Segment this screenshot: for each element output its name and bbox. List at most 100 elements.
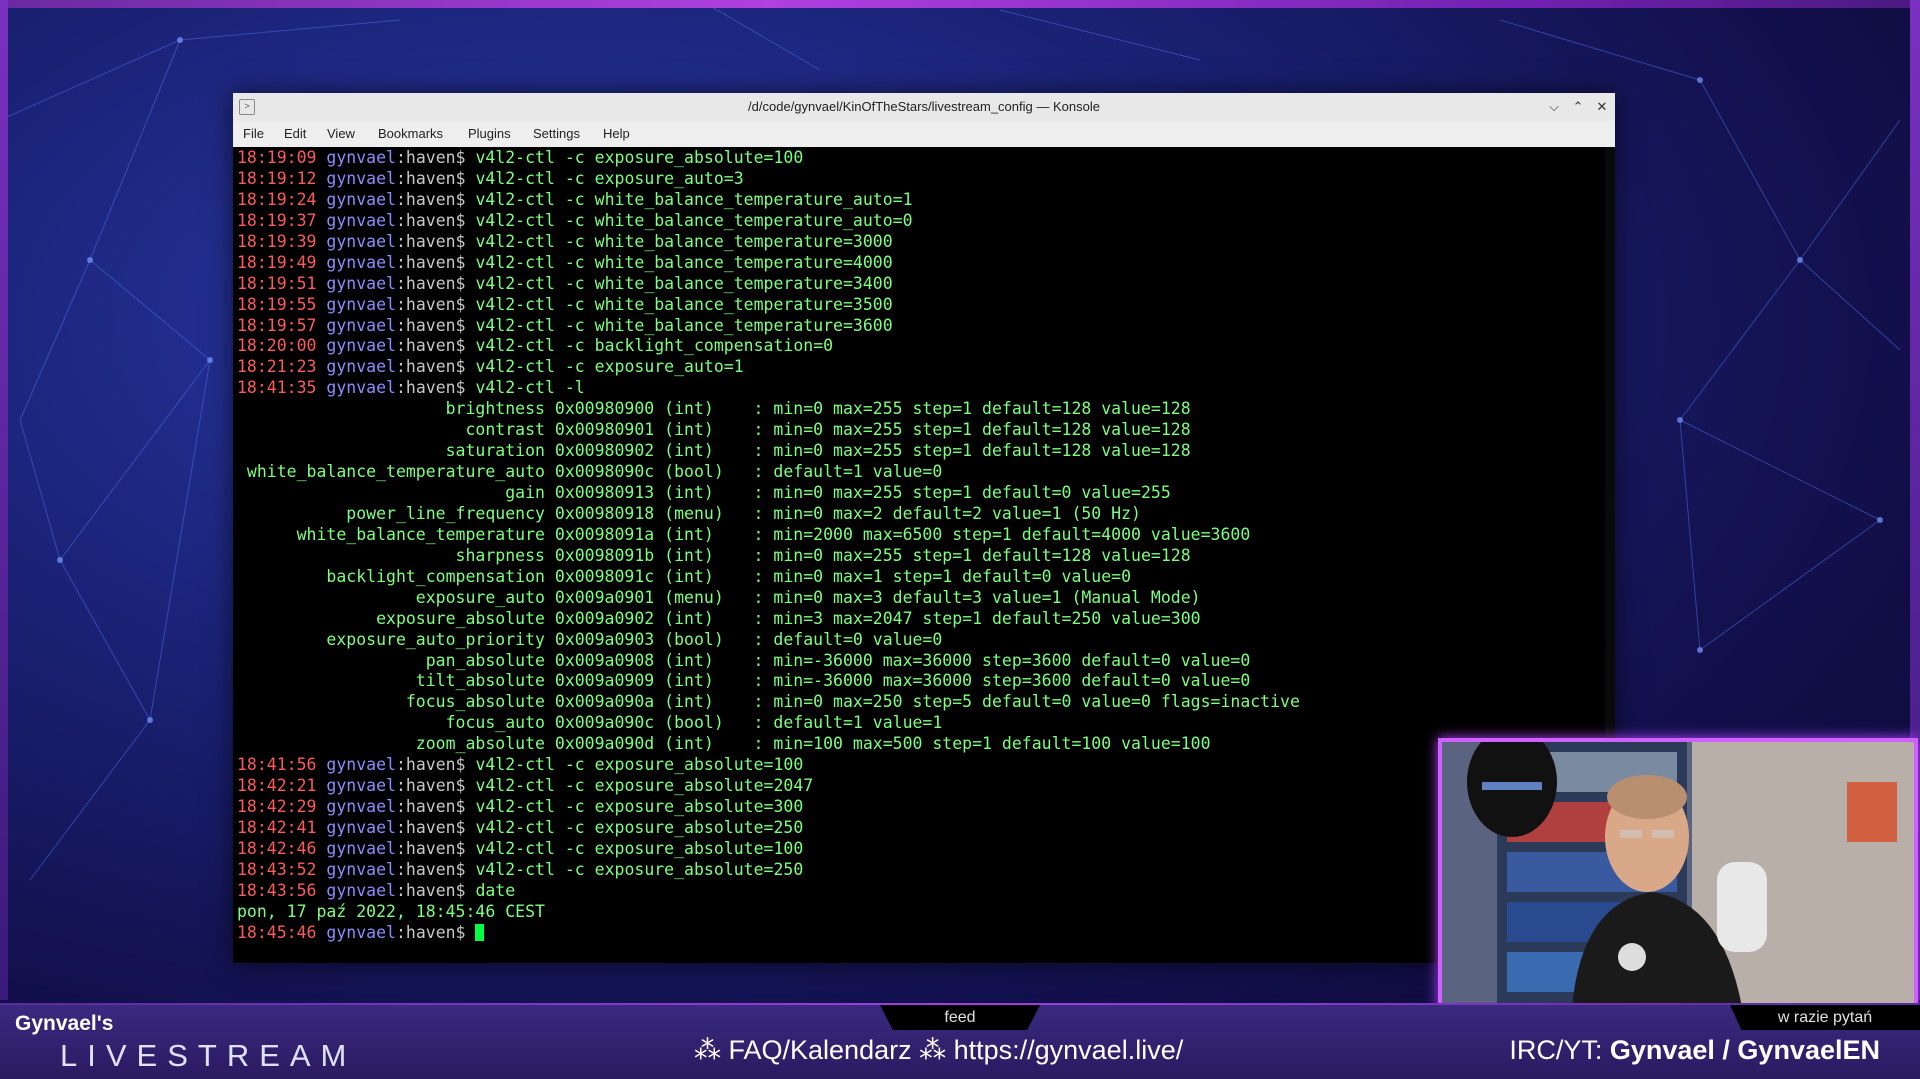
prompt-user: gynvael bbox=[326, 818, 396, 837]
prompt-command: v4l2-ctl -c white_balance_temperature_au… bbox=[475, 189, 913, 209]
terminal-output-line: tilt_absolute 0x009a0909 (int) : min=-36… bbox=[237, 671, 1251, 691]
terminal-prompt-line: 18:21:23 gynvael:haven$ v4l2-ctl -c expo… bbox=[237, 357, 1300, 378]
prompt-command: v4l2-ctl -c exposure_absolute=300 bbox=[475, 797, 804, 817]
faq-link-text: ⁂ FAQ/Kalendarz ⁂ https://gynvael.live/ bbox=[694, 1035, 1184, 1065]
prompt-host: :haven$ bbox=[395, 755, 476, 775]
terminal-cursor bbox=[475, 923, 485, 941]
prompt-user: gynvael bbox=[326, 168, 396, 188]
prompt-host: :haven$ bbox=[395, 273, 476, 293]
menu-edit[interactable]: Edit bbox=[284, 126, 306, 141]
close-button[interactable]: ✕ bbox=[1591, 96, 1613, 118]
prompt-host: :haven$ bbox=[395, 357, 476, 377]
terminal-lines: 18:19:09 gynvael:haven$ v4l2-ctl -c expo… bbox=[237, 148, 1300, 944]
prompt-user: gynvael bbox=[326, 252, 396, 272]
prompt-command: v4l2-ctl -c exposure_absolute=250 bbox=[475, 818, 804, 837]
minimize-button[interactable]: ⌵ bbox=[1543, 96, 1565, 118]
terminal-prompt-line: 18:42:29 gynvael:haven$ v4l2-ctl -c expo… bbox=[237, 797, 1300, 818]
terminal-prompt-line: 18:41:56 gynvael:haven$ v4l2-ctl -c expo… bbox=[237, 755, 1300, 776]
terminal-prompt-line: 18:19:51 gynvael:haven$ v4l2-ctl -c whit… bbox=[237, 274, 1300, 295]
prompt-timestamp: 18:19:39 bbox=[237, 231, 327, 251]
terminal-output-line: pon, 17 paź 2022, 18:45:46 CEST bbox=[237, 901, 545, 921]
terminal-output-line: pan_absolute 0x009a0908 (int) : min=-360… bbox=[237, 650, 1251, 670]
terminal-prompt-line: 18:19:55 gynvael:haven$ v4l2-ctl -c whit… bbox=[237, 295, 1300, 316]
terminal-prompt-line: 18:19:57 gynvael:haven$ v4l2-ctl -c whit… bbox=[237, 316, 1300, 337]
prompt-command: v4l2-ctl -c white_balance_temperature=40… bbox=[475, 252, 893, 272]
prompt-host: :haven$ bbox=[395, 776, 476, 796]
prompt-timestamp: 18:19:55 bbox=[237, 294, 327, 314]
prompt-timestamp: 18:19:24 bbox=[237, 189, 327, 209]
prompt-user: gynvael bbox=[326, 357, 396, 377]
prompt-timestamp: 18:19:57 bbox=[237, 315, 327, 335]
prompt-timestamp: 18:43:56 bbox=[237, 880, 327, 900]
prompt-user: gynvael bbox=[326, 294, 396, 314]
terminal-prompt-line: 18:19:39 gynvael:haven$ v4l2-ctl -c whit… bbox=[237, 232, 1300, 253]
prompt-user: gynvael bbox=[326, 922, 396, 942]
prompt-user: gynvael bbox=[326, 378, 396, 398]
webcam-feed bbox=[1438, 738, 1918, 1011]
prompt-user: gynvael bbox=[326, 336, 396, 356]
terminal-output-line: saturation 0x00980902 (int) : min=0 max=… bbox=[237, 441, 1191, 461]
menu-view[interactable]: View bbox=[327, 126, 355, 141]
prompt-command: v4l2-ctl -l bbox=[475, 378, 585, 398]
menu-file[interactable]: File bbox=[243, 126, 264, 141]
feed-label: feed bbox=[880, 1005, 1040, 1030]
prompt-command: v4l2-ctl -c backlight_compensation=0 bbox=[475, 336, 834, 356]
prompt-command: v4l2-ctl -c exposure_absolute=2047 bbox=[475, 776, 814, 796]
prompt-host: :haven$ bbox=[395, 210, 476, 230]
prompt-timestamp: 18:19:09 bbox=[237, 148, 327, 167]
prompt-command: v4l2-ctl -c exposure_absolute=100 bbox=[475, 148, 804, 167]
terminal-prompt-line: 18:42:21 gynvael:haven$ v4l2-ctl -c expo… bbox=[237, 776, 1300, 797]
menu-bookmarks[interactable]: Bookmarks bbox=[378, 126, 443, 141]
prompt-timestamp: 18:45:46 bbox=[237, 922, 327, 942]
menubar: File Edit View Bookmarks Plugins Setting… bbox=[233, 121, 1615, 147]
prompt-command: v4l2-ctl -c white_balance_temperature=35… bbox=[475, 294, 893, 314]
prompt-host: :haven$ bbox=[395, 378, 476, 398]
overlay-frame-top bbox=[0, 0, 1920, 8]
prompt-user: gynvael bbox=[326, 880, 396, 900]
window-title: /d/code/gynvael/KinOfTheStars/livestream… bbox=[748, 99, 1100, 114]
prompt-user: gynvael bbox=[326, 859, 396, 879]
terminal-output-line: exposure_auto 0x009a0901 (menu) : min=0 … bbox=[237, 587, 1201, 607]
prompt-user: gynvael bbox=[326, 797, 396, 817]
prompt-timestamp: 18:19:12 bbox=[237, 168, 327, 188]
prompt-user: gynvael bbox=[326, 838, 396, 858]
webcam-image bbox=[1442, 742, 1914, 1007]
prompt-host: :haven$ bbox=[395, 922, 476, 942]
terminal-output-line: backlight_compensation 0x0098091c (int) … bbox=[237, 566, 1132, 586]
terminal-prompt-line: 18:41:35 gynvael:haven$ v4l2-ctl -l bbox=[237, 378, 1300, 399]
prompt-user: gynvael bbox=[326, 755, 396, 775]
prompt-timestamp: 18:41:56 bbox=[237, 755, 327, 775]
terminal-output-line: gain 0x00980913 (int) : min=0 max=255 st… bbox=[237, 483, 1171, 502]
prompt-host: :haven$ bbox=[395, 336, 476, 356]
menu-plugins[interactable]: Plugins bbox=[468, 126, 511, 141]
prompt-timestamp: 18:19:51 bbox=[237, 273, 327, 293]
window-titlebar[interactable]: > /d/code/gynvael/KinOfTheStars/livestre… bbox=[233, 93, 1615, 121]
menu-settings[interactable]: Settings bbox=[533, 126, 580, 141]
terminal-prompt-line: 18:43:52 gynvael:haven$ v4l2-ctl -c expo… bbox=[237, 860, 1300, 881]
terminal-prompt-line: 18:19:24 gynvael:haven$ v4l2-ctl -c whit… bbox=[237, 190, 1300, 211]
prompt-timestamp: 18:42:21 bbox=[237, 776, 327, 796]
terminal-output-line: sharpness 0x0098091b (int) : min=0 max=2… bbox=[237, 545, 1191, 565]
prompt-host: :haven$ bbox=[395, 880, 476, 900]
terminal-prompt-line: 18:19:37 gynvael:haven$ v4l2-ctl -c whit… bbox=[237, 211, 1300, 232]
prompt-host: :haven$ bbox=[395, 189, 476, 209]
prompt-host: :haven$ bbox=[395, 797, 476, 817]
menu-help[interactable]: Help bbox=[603, 126, 630, 141]
prompt-user: gynvael bbox=[326, 231, 396, 251]
prompt-user: gynvael bbox=[326, 273, 396, 293]
prompt-command: v4l2-ctl -c exposure_auto=1 bbox=[475, 357, 744, 377]
prompt-host: :haven$ bbox=[395, 838, 476, 858]
prompt-timestamp: 18:42:46 bbox=[237, 838, 327, 858]
prompt-command: v4l2-ctl -c white_balance_temperature=36… bbox=[475, 315, 893, 335]
prompt-host: :haven$ bbox=[395, 148, 476, 167]
terminal-output-line: power_line_frequency 0x00980918 (menu) :… bbox=[237, 503, 1141, 523]
maximize-button[interactable]: ⌃ bbox=[1567, 96, 1589, 118]
prompt-command: v4l2-ctl -c exposure_absolute=250 bbox=[475, 859, 804, 879]
terminal-output[interactable]: 18:19:09 gynvael:haven$ v4l2-ctl -c expo… bbox=[233, 147, 1615, 963]
prompt-timestamp: 18:21:23 bbox=[237, 357, 327, 377]
prompt-host: :haven$ bbox=[395, 315, 476, 335]
prompt-host: :haven$ bbox=[395, 859, 476, 879]
prompt-host: :haven$ bbox=[395, 231, 476, 251]
irc-info: IRC/YT: Gynvael / GynvaelEN bbox=[1509, 1035, 1880, 1066]
terminal-output-line: white_balance_temperature_auto 0x0098090… bbox=[237, 462, 943, 482]
